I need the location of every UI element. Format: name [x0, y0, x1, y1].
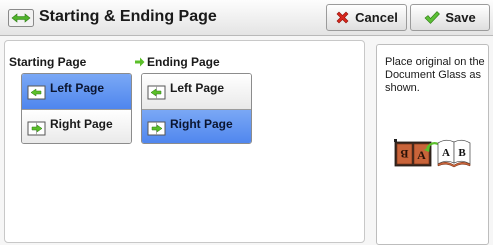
- svg-text:B: B: [400, 147, 408, 161]
- save-button-label: Save: [445, 10, 476, 25]
- cancel-button[interactable]: Cancel: [326, 4, 407, 31]
- left-page-icon: [147, 85, 166, 100]
- ending-page-label: Ending Page: [147, 55, 220, 69]
- svg-text:B: B: [458, 147, 466, 159]
- option-label: Right Page: [50, 117, 113, 131]
- starting-page-label: Starting Page: [9, 55, 87, 69]
- page-title: Starting & Ending Page: [39, 8, 217, 25]
- content-area: Starting Page Ending Page Left Page Righ…: [0, 36, 493, 245]
- left-page-icon: [27, 85, 46, 100]
- option-label: Left Page: [50, 81, 105, 95]
- ending-right-page-button[interactable]: Right Page: [142, 109, 251, 143]
- svg-text:A: A: [442, 147, 450, 159]
- options-panel: Starting Page Ending Page Left Page Righ…: [4, 40, 365, 243]
- book-original-on-glass-icon: B A A B: [394, 139, 471, 168]
- instruction-text: Place original on the Document Glass as …: [385, 56, 485, 94]
- starting-page-options: Left Page Right Page: [21, 73, 132, 144]
- green-check-icon: [424, 11, 441, 24]
- cancel-button-label: Cancel: [355, 10, 398, 25]
- instruction-panel: Place original on the Document Glass as …: [376, 44, 489, 245]
- save-button[interactable]: Save: [410, 4, 490, 31]
- ending-page-label-row: Ending Page: [135, 55, 220, 69]
- ending-left-page-button[interactable]: Left Page: [142, 74, 251, 109]
- starting-right-page-button[interactable]: Right Page: [22, 109, 131, 143]
- right-page-icon: [147, 121, 166, 136]
- double-arrow-icon: [8, 9, 34, 27]
- title-bar: Starting & Ending Page Cancel Save: [0, 0, 493, 36]
- right-page-icon: [27, 121, 46, 136]
- ending-page-options: Left Page Right Page: [141, 73, 252, 144]
- red-x-icon: [336, 11, 349, 24]
- option-label: Left Page: [170, 81, 225, 95]
- option-label: Right Page: [170, 117, 233, 131]
- starting-left-page-button[interactable]: Left Page: [22, 74, 131, 109]
- green-arrow-icon: [135, 57, 145, 67]
